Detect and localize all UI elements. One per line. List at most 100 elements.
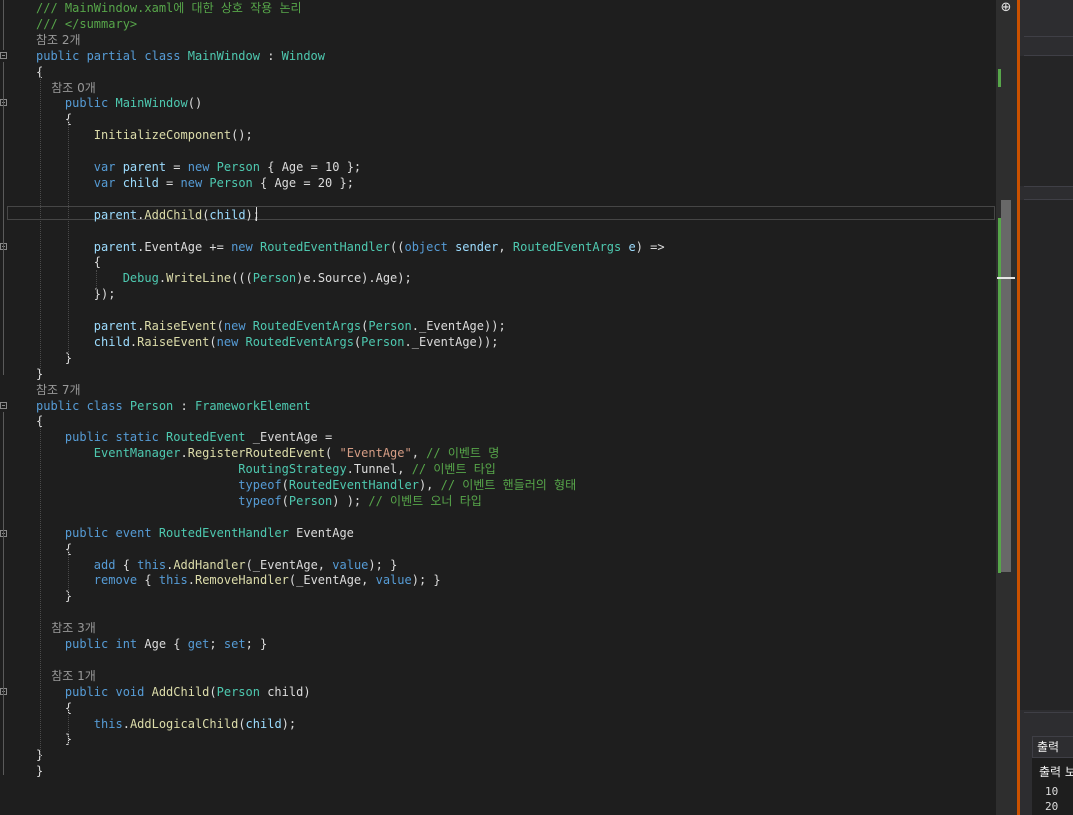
indent-guide bbox=[68, 120, 69, 356]
code-token: Person bbox=[129, 398, 174, 413]
code-line: child.RaiseEvent(new RoutedEventArgs(Per… bbox=[36, 334, 499, 350]
code-token: child bbox=[245, 716, 282, 731]
code-token: public void bbox=[36, 684, 152, 699]
code-token: add bbox=[36, 557, 116, 572]
code-line: /// MainWindow.xaml에 대한 상호 작용 논리 bbox=[36, 0, 302, 16]
code-token: child) bbox=[259, 684, 311, 699]
code-line: public static RoutedEvent _EventAge = bbox=[36, 429, 332, 445]
code-token: EventManager bbox=[93, 446, 181, 461]
code-token: new bbox=[231, 239, 260, 254]
code-token: = bbox=[166, 160, 188, 174]
outline-line bbox=[3, 108, 4, 240]
code-token: : bbox=[259, 48, 282, 63]
code-line: typeof(RoutedEventHandler), // 이벤트 핸들러의 … bbox=[36, 477, 576, 493]
code-token: RaiseEvent bbox=[144, 319, 217, 333]
code-token: Person bbox=[216, 684, 260, 699]
code-token: public int bbox=[36, 637, 145, 651]
code-token: new bbox=[187, 160, 217, 174]
code-line: remove { this.RemoveHandler(_EventAge, v… bbox=[36, 572, 441, 588]
code-token: RegisterRoutedEvent bbox=[187, 446, 326, 461]
code-line: { bbox=[36, 111, 72, 127]
code-token: ), bbox=[418, 478, 441, 492]
code-token: EventAge bbox=[288, 525, 354, 540]
code-token: }); bbox=[36, 287, 116, 302]
code-line: } bbox=[36, 731, 72, 747]
reference-count[interactable]: 참조 1개 bbox=[36, 669, 96, 683]
output-tab[interactable]: 출력 bbox=[1032, 736, 1073, 758]
code-token: { Age = 20 }; bbox=[252, 175, 354, 190]
code-line: RoutingStrategy.Tunnel, // 이벤트 타입 bbox=[36, 461, 496, 477]
code-line: var parent = new Person { Age = 10 }; bbox=[36, 159, 361, 175]
code-token: .EventAge += bbox=[137, 239, 232, 254]
code-token: typeof bbox=[238, 493, 282, 508]
code-line: } bbox=[36, 763, 43, 779]
code-line: public int Age { get; set; } bbox=[36, 636, 267, 652]
code-token: , bbox=[411, 446, 427, 461]
code-token: Debug bbox=[122, 271, 159, 286]
reference-count[interactable]: 참조 2개 bbox=[36, 33, 81, 47]
code-token: . bbox=[180, 446, 188, 461]
code-token: new bbox=[180, 175, 210, 190]
code-line: /// </summary> bbox=[36, 16, 137, 32]
code-token: AddChild bbox=[151, 684, 210, 699]
code-token: AddHandler bbox=[173, 557, 246, 572]
code-token: ( bbox=[216, 319, 224, 333]
code-line: 참조 2개 bbox=[36, 32, 81, 48]
code-line: public event RoutedEventHandler EventAge bbox=[36, 525, 354, 541]
code-token: object bbox=[404, 239, 456, 254]
code-line: 참조 1개 bbox=[36, 668, 96, 684]
code-token: AddChild bbox=[144, 207, 203, 222]
split-icon[interactable]: ⊕ bbox=[998, 0, 1014, 16]
change-marker bbox=[998, 69, 1001, 87]
collapse-icon[interactable] bbox=[0, 52, 7, 59]
code-token: new bbox=[223, 319, 253, 333]
code-token: RemoveHandler bbox=[194, 573, 289, 588]
code-token: ( bbox=[209, 334, 217, 349]
code-line: { bbox=[36, 700, 72, 716]
code-token: ); bbox=[281, 716, 297, 731]
code-token: remove bbox=[36, 573, 138, 588]
code-token: /// </summary> bbox=[36, 16, 138, 31]
code-token: ; } bbox=[245, 637, 268, 651]
code-editor[interactable]: /// MainWindow.xaml에 대한 상호 작용 논리/// </su… bbox=[0, 0, 996, 815]
reference-count[interactable]: 참조 0개 bbox=[36, 81, 96, 95]
code-token: ._EventAge)); bbox=[411, 319, 506, 333]
code-token: Window bbox=[281, 48, 326, 63]
code-token: . bbox=[122, 716, 130, 731]
code-line: parent.EventAge += new RoutedEventHandle… bbox=[36, 239, 665, 255]
code-token: { bbox=[36, 700, 73, 715]
side-panel-content bbox=[1020, 56, 1073, 186]
code-token: ( bbox=[325, 446, 340, 461]
code-token: WriteLine bbox=[166, 271, 232, 286]
code-token: this bbox=[137, 557, 167, 572]
code-token: : bbox=[173, 398, 195, 413]
code-token: // 이벤트 타입 bbox=[411, 462, 496, 477]
code-token: (( bbox=[390, 239, 405, 254]
collapse-icon[interactable] bbox=[0, 402, 7, 409]
code-token: parent bbox=[93, 239, 138, 254]
code-line: }); bbox=[36, 286, 116, 302]
code-token: child bbox=[122, 175, 159, 190]
reference-count[interactable]: 참조 7개 bbox=[36, 383, 81, 397]
code-token: MainWindow bbox=[115, 96, 188, 111]
code-token: { bbox=[36, 541, 73, 556]
scrollbar-thumb[interactable] bbox=[1001, 200, 1011, 572]
code-token: sender bbox=[455, 239, 499, 254]
code-token: RoutedEvent bbox=[166, 430, 246, 445]
code-token: } bbox=[36, 764, 44, 779]
code-token: public static bbox=[36, 430, 167, 445]
code-line: 참조 3개 bbox=[36, 620, 96, 636]
code-token: // 이벤트 오너 타입 bbox=[368, 493, 482, 508]
code-token: () bbox=[187, 96, 203, 111]
code-token: Person bbox=[216, 160, 261, 174]
reference-count[interactable]: 참조 3개 bbox=[36, 621, 96, 635]
code-token: MainWindow bbox=[187, 48, 260, 63]
code-token: { bbox=[115, 557, 138, 572]
code-token: ( bbox=[281, 478, 289, 492]
code-line: public void AddChild(Person child) bbox=[36, 684, 311, 700]
caret-position-marker bbox=[997, 277, 1015, 279]
code-token: RoutedEventHandler bbox=[158, 525, 289, 540]
code-token: set bbox=[223, 637, 246, 651]
